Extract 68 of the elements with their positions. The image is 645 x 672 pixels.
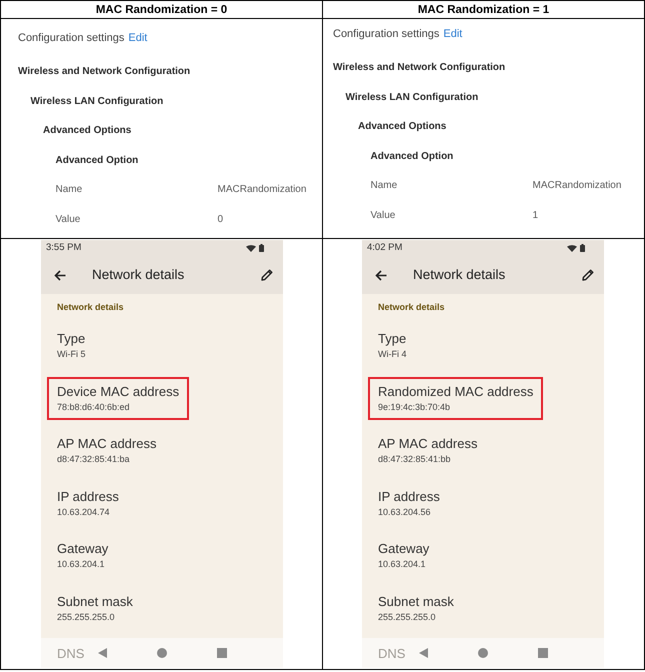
square-icon[interactable]: [216, 648, 226, 658]
item-value: 10.63.204.56: [378, 506, 431, 518]
section-heading: Wireless LAN Configuration: [30, 94, 164, 109]
app-bar-title: Network details: [413, 266, 506, 284]
circle-icon[interactable]: [478, 648, 488, 658]
edit-link[interactable]: Edit: [443, 26, 462, 42]
section-heading: Advanced Options: [43, 124, 132, 138]
field-label: Value: [370, 208, 396, 223]
item-value: 255.255.255.0: [378, 610, 436, 622]
field-value: MACRandomization: [218, 183, 306, 198]
config-title: Configuration settings: [333, 26, 440, 42]
section-heading: Wireless LAN Configuration: [346, 90, 478, 105]
item-title: Device MAC address: [57, 384, 180, 400]
section-heading: Wireless and Network Configuration: [333, 61, 506, 76]
battery-icon: [580, 244, 585, 252]
item-title: DNS: [378, 646, 406, 662]
field-value: 1: [532, 208, 538, 223]
field-value: MACRandomization: [532, 179, 622, 194]
field-label: Value: [56, 212, 80, 227]
item-title: IP address: [378, 488, 440, 504]
item-title: Gateway: [57, 541, 108, 557]
item-value: 10.63.204.1: [57, 558, 105, 570]
pencil-icon[interactable]: [582, 269, 594, 281]
item-title: DNS: [57, 646, 84, 662]
wifi-icon: [246, 244, 256, 252]
item-title: IP address: [57, 488, 119, 504]
item-title: Type: [57, 331, 86, 347]
wifi-icon: [567, 244, 577, 252]
field-label: Name: [56, 183, 82, 198]
section-heading: Advanced Option: [56, 154, 138, 168]
section-header: Network details: [57, 301, 124, 313]
column-heading: MAC Randomization = 1: [418, 2, 550, 16]
status-time: 4:02 PM: [367, 242, 402, 254]
left-triangle-icon[interactable]: [418, 648, 428, 658]
section-heading: Wireless and Network Configuration: [18, 65, 190, 80]
item-title: Randomized MAC address: [378, 384, 534, 400]
item-value: 78:b8:d6:40:6b:ed: [57, 400, 130, 412]
item-value: d8:47:32:85:41:ba: [57, 453, 130, 465]
config-title: Configuration settings: [18, 30, 124, 46]
column-heading: MAC Randomization = 0: [96, 2, 228, 16]
left-arrow-icon[interactable]: [375, 270, 387, 280]
item-value: Wi-Fi 4: [378, 348, 406, 360]
item-value: Wi-Fi 5: [57, 348, 86, 360]
app-bar-title: Network details: [92, 266, 184, 284]
item-title: Gateway: [378, 541, 430, 557]
edit-link[interactable]: Edit: [128, 30, 148, 46]
section-header: Network details: [378, 301, 445, 313]
item-value: 10.63.204.1: [378, 558, 426, 570]
field-value: 0: [218, 212, 224, 227]
pencil-icon[interactable]: [261, 269, 273, 281]
field-label: Name: [370, 179, 398, 194]
item-title: Subnet mask: [378, 594, 454, 610]
section-heading: Advanced Option: [370, 150, 454, 164]
section-heading: Advanced Options: [358, 120, 446, 134]
item-title: AP MAC address: [378, 436, 478, 452]
status-time: 3:55 PM: [46, 242, 82, 254]
item-value: 9e:19:4c:3b:70:4b: [378, 400, 450, 412]
square-icon[interactable]: [538, 648, 548, 658]
left-arrow-icon[interactable]: [54, 270, 66, 280]
item-value: 10.63.204.74: [57, 506, 110, 518]
item-title: Type: [378, 331, 406, 347]
item-value: d8:47:32:85:41:bb: [378, 453, 451, 465]
battery-icon: [259, 244, 264, 252]
item-title: AP MAC address: [57, 436, 156, 452]
circle-icon[interactable]: [156, 648, 166, 658]
item-title: Subnet mask: [57, 594, 133, 610]
item-value: 255.255.255.0: [57, 610, 115, 622]
left-triangle-icon[interactable]: [98, 648, 106, 658]
